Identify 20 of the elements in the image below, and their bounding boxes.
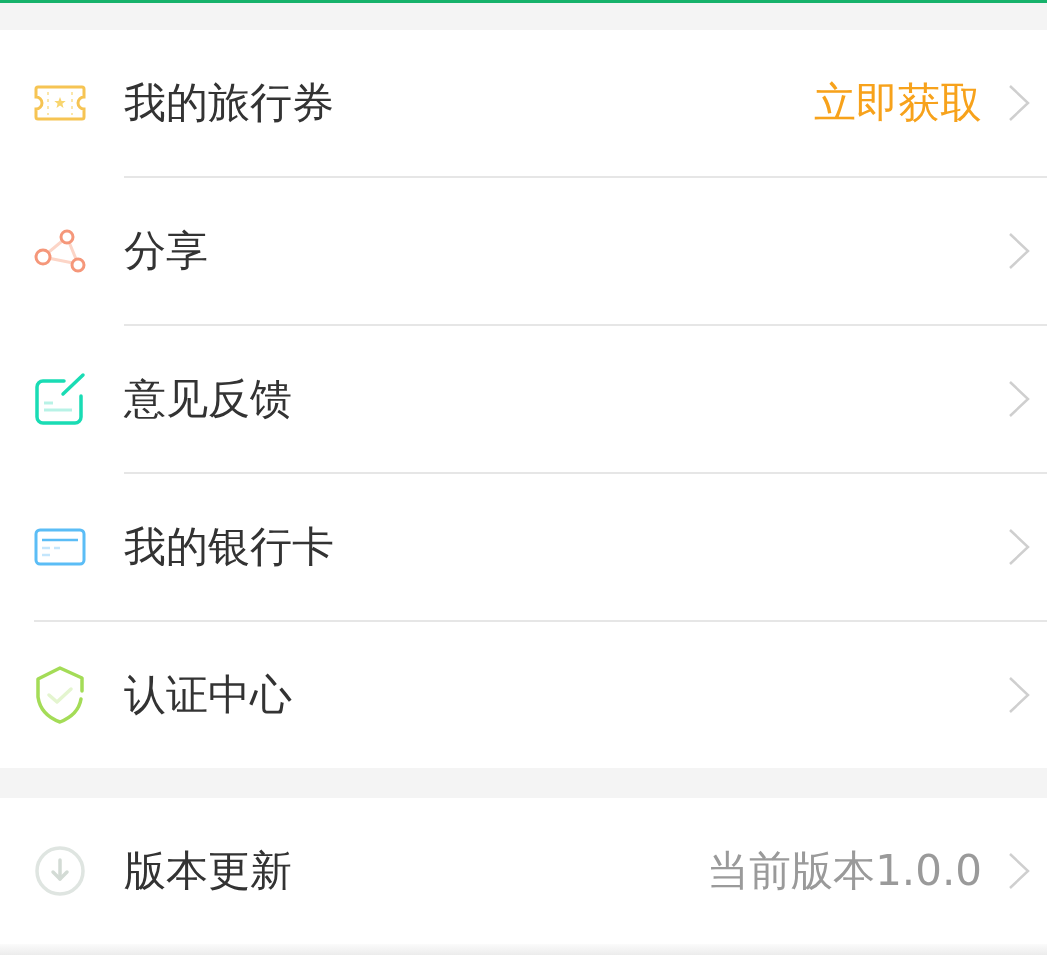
chevron-right-icon: [1008, 232, 1030, 270]
download-circle-icon: [34, 845, 86, 897]
shield-check-icon: [34, 665, 86, 725]
credit-card-icon: [34, 528, 86, 566]
chevron-right-icon: [1008, 84, 1030, 122]
item-label: 意见反馈: [124, 378, 292, 420]
item-label: 版本更新: [124, 850, 292, 892]
ticket-icon: [34, 85, 86, 121]
item-value: 立即获取: [814, 82, 982, 124]
item-value: 当前版本1.0.0: [707, 850, 982, 892]
item-label: 我的旅行券: [124, 82, 334, 124]
share-icon: [34, 228, 86, 274]
item-label: 认证中心: [124, 674, 292, 716]
item-label: 分享: [124, 230, 208, 272]
item-label: 我的银行卡: [124, 526, 334, 568]
chevron-right-icon: [1008, 852, 1030, 890]
chevron-right-icon: [1008, 380, 1030, 418]
edit-note-icon: [34, 372, 86, 426]
chevron-right-icon: [1008, 528, 1030, 566]
chevron-right-icon: [1008, 676, 1030, 714]
